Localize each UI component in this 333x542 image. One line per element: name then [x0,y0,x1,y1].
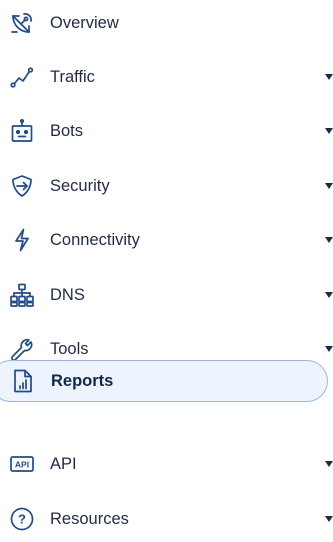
nav-item-label: Tools [50,340,89,358]
help-circle-icon: ? [9,506,35,532]
chevron-down-icon[interactable] [325,183,333,189]
nav-item-label: Overview [50,14,119,32]
nav-item-connectivity[interactable]: Connectivity [0,217,333,263]
nav-item-reports[interactable]: Reports [0,360,328,402]
traffic-graph-icon [9,64,35,90]
nav-item-dns[interactable]: DNS [0,272,333,318]
network-tree-icon [9,282,35,308]
nav-item-overview[interactable]: Overview [0,0,333,46]
report-document-icon [10,368,36,394]
lightning-bolt-icon [9,227,35,253]
nav-item-label: Security [50,177,110,195]
nav-item-api[interactable]: API API [0,441,333,487]
nav-item-label: DNS [50,286,85,304]
shield-icon [9,173,35,199]
chevron-down-icon[interactable] [325,74,333,80]
nav-item-bots[interactable]: Bots [0,108,333,154]
nav-item-security[interactable]: Security [0,163,333,209]
wrench-icon [9,336,35,362]
chevron-down-icon[interactable] [325,292,333,298]
chevron-down-icon[interactable] [325,461,333,467]
nav-item-label: Traffic [50,68,95,86]
nav-item-label: API [50,455,77,473]
satellite-dish-icon [9,10,35,36]
chevron-down-icon[interactable] [325,128,333,134]
svg-text:?: ? [18,512,26,527]
nav-item-label: Connectivity [50,231,140,249]
chevron-down-icon[interactable] [325,237,333,243]
nav-item-resources[interactable]: ? Resources [0,496,333,542]
nav-item-traffic[interactable]: Traffic [0,54,333,100]
nav-item-label: Resources [50,510,129,528]
chevron-down-icon[interactable] [325,346,333,352]
api-icon: API [9,451,35,477]
nav-item-label: Reports [51,372,114,390]
sidebar-navigation: Overview Traffic Bots Security Connectiv… [0,0,333,531]
svg-text:API: API [15,460,29,470]
chevron-down-icon[interactable] [325,516,333,522]
robot-icon [9,118,35,144]
nav-item-label: Bots [50,122,84,140]
